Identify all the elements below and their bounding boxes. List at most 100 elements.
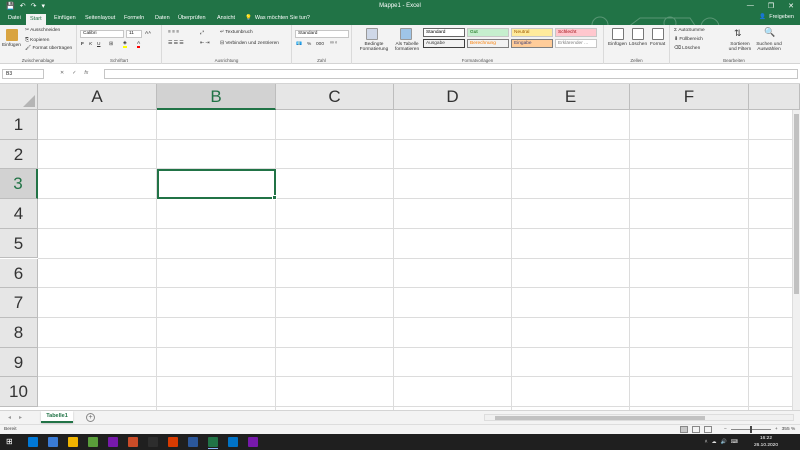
sort-filter-icon[interactable]: ⇅ — [734, 28, 742, 39]
find-select-button[interactable]: Suchen und Auswählen — [754, 42, 784, 52]
tell-me-search[interactable]: 💡 Was möchten Sie tun? — [245, 15, 310, 21]
network-icon[interactable]: ☁ — [712, 439, 717, 445]
volume-icon[interactable]: 🔊 — [721, 439, 727, 445]
currency-icon[interactable]: 💶 — [296, 42, 302, 47]
align-top-icon[interactable]: ≡ ≡ ≡ — [168, 30, 179, 35]
taskbar-clock[interactable]: 16:22 26.10.2020 — [754, 435, 778, 449]
formula-input[interactable] — [104, 69, 798, 79]
horizontal-scrollbar[interactable] — [484, 414, 794, 421]
grow-font-icon[interactable]: A˄ — [145, 31, 151, 36]
cell-style-5[interactable]: Berechnung — [467, 39, 509, 48]
vertical-scrollbar[interactable] — [792, 110, 800, 410]
column-header-a[interactable]: A — [38, 84, 157, 110]
windows-start-icon[interactable]: ⊞ — [6, 437, 13, 446]
taskbar-app-icon[interactable] — [248, 437, 258, 447]
tray-chevron-icon[interactable]: ˄ — [705, 439, 708, 445]
font-color-icon[interactable]: A — [137, 41, 141, 48]
find-select-icon[interactable]: 🔍 — [764, 27, 775, 38]
row-header-3[interactable]: 3 — [0, 169, 38, 200]
zoom-slider-thumb[interactable] — [749, 426, 752, 433]
cell-style-4[interactable]: Ausgabe — [423, 39, 465, 48]
row-header-7[interactable]: 7 — [0, 288, 38, 318]
tab-formulas[interactable]: Formeln — [124, 15, 144, 21]
delete-cells-button[interactable]: Löschen — [629, 42, 647, 47]
bold-button[interactable]: F — [81, 42, 84, 47]
active-cell[interactable] — [157, 169, 277, 200]
next-sheet-icon[interactable]: ▸ — [19, 414, 22, 421]
taskbar-app-icon[interactable] — [148, 437, 158, 447]
worksheet-grid[interactable]: ABCDEF 1 2 3 4 5 6 7 8 9 10 — [0, 84, 800, 410]
sheet-tab-tabelle1[interactable]: Tabelle1 — [41, 411, 73, 423]
maximize-button[interactable]: ❐ — [768, 2, 774, 10]
cut-button[interactable]: ✂ Ausschneiden — [25, 28, 60, 33]
row-header-2[interactable]: 2 — [0, 139, 38, 170]
zoom-in-icon[interactable]: + — [775, 427, 778, 432]
percent-button[interactable]: % — [307, 42, 311, 47]
taskbar-app-icon[interactable] — [168, 437, 178, 447]
vertical-scrollbar-thumb[interactable] — [794, 114, 799, 294]
italic-button[interactable]: K — [89, 42, 92, 47]
cell-style-2[interactable]: Neutral — [511, 28, 553, 37]
page-break-view-icon[interactable] — [704, 426, 712, 433]
taskbar-app-icon[interactable] — [88, 437, 98, 447]
align-left-icon[interactable]: ☰ ☰ ☰ — [168, 41, 184, 46]
taskbar-app-icon[interactable] — [188, 437, 198, 447]
conditional-format-icon[interactable] — [366, 28, 378, 40]
row-header-6[interactable]: 6 — [0, 258, 38, 289]
insert-cells-button[interactable]: Einfügen — [608, 42, 627, 47]
taskbar-app-icon[interactable] — [68, 437, 78, 447]
format-cells-button[interactable]: Format — [650, 42, 665, 47]
name-box[interactable]: B3 — [2, 69, 44, 79]
wrap-text-button[interactable]: ↵ Textumbruch — [220, 30, 253, 35]
column-header-c[interactable]: C — [276, 84, 394, 110]
cell-style-0[interactable]: Standard — [423, 28, 465, 37]
zoom-level[interactable]: 355 % — [782, 427, 796, 432]
column-header-partial[interactable] — [749, 84, 800, 110]
minimize-button[interactable]: — — [747, 2, 754, 10]
insert-function-button[interactable]: fx — [84, 70, 88, 76]
sort-filter-button[interactable]: Sortieren und Filtern — [726, 42, 754, 52]
conditional-format-button[interactable]: Bedingte Formatierung — [359, 42, 389, 52]
copy-button[interactable]: ⎘ Kopieren — [25, 37, 49, 43]
fill-handle[interactable] — [272, 195, 277, 200]
merge-center-button[interactable]: ⊟ Verbinden und zentrieren — [220, 41, 279, 46]
taskbar-app-icon[interactable] — [228, 437, 238, 447]
cell-style-3[interactable]: Schlecht — [555, 28, 597, 37]
tab-file[interactable]: Datei — [8, 15, 21, 21]
delete-cells-icon[interactable] — [632, 28, 644, 40]
share-button[interactable]: 👤 Freigeben — [759, 14, 794, 20]
row-header-4[interactable]: 4 — [0, 199, 38, 229]
taskbar-app-icon[interactable] — [108, 437, 118, 447]
tab-review[interactable]: Überprüfen — [178, 15, 206, 21]
taskbar-app-icon[interactable] — [48, 437, 58, 447]
taskbar-app-icon[interactable] — [208, 437, 218, 447]
row-header-5[interactable]: 5 — [0, 228, 38, 259]
enter-icon[interactable]: ✓ — [72, 70, 76, 76]
cell-style-6[interactable]: Eingabe — [511, 39, 553, 48]
tab-insert[interactable]: Einfügen — [54, 15, 76, 21]
row-header-8[interactable]: 8 — [0, 317, 38, 348]
borders-icon[interactable]: ⊞ — [109, 42, 113, 47]
page-layout-view-icon[interactable] — [692, 426, 700, 433]
zoom-out-icon[interactable]: − — [724, 427, 727, 432]
column-header-d[interactable]: D — [394, 84, 512, 110]
cancel-icon[interactable]: ✕ — [60, 70, 64, 76]
close-button[interactable]: ✕ — [788, 2, 794, 10]
taskbar-app-icon[interactable] — [128, 437, 138, 447]
select-all-button[interactable] — [0, 84, 38, 110]
font-size-select[interactable]: 11 — [126, 30, 142, 38]
indent-icon[interactable]: ⇤ ⇥ — [200, 41, 209, 46]
cell-style-7[interactable]: Erklärender ... — [555, 39, 597, 48]
column-header-b[interactable]: B — [157, 84, 276, 110]
tab-home[interactable]: Start — [26, 14, 46, 25]
format-as-table-button[interactable]: Als Tabelle formatieren — [392, 42, 422, 52]
underline-button[interactable]: U — [97, 42, 100, 47]
taskbar-app-icon[interactable] — [28, 437, 38, 447]
fill-color-icon[interactable]: ◈ — [123, 41, 127, 48]
cell-style-1[interactable]: Gut — [467, 28, 509, 37]
row-header-10[interactable]: 10 — [0, 377, 38, 407]
autosum-button[interactable]: Σ AutoSumme — [674, 28, 705, 33]
row-header-9[interactable]: 9 — [0, 347, 38, 378]
prev-sheet-icon[interactable]: ◂ — [8, 414, 11, 421]
orientation-icon[interactable]: ⤢ — [200, 30, 204, 36]
